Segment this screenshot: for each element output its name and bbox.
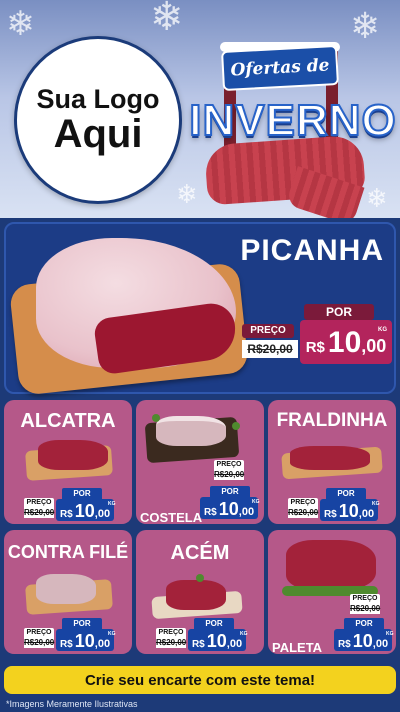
price-int: 10	[218, 499, 239, 519]
featured-price-unit: KG	[378, 327, 387, 333]
product-name: COSTELA	[140, 510, 203, 524]
price-int: 10	[352, 631, 373, 651]
price-currency: R$	[323, 509, 337, 520]
herb-decoration	[196, 574, 204, 582]
old-price: R$20,00	[24, 508, 55, 518]
price-currency: R$	[191, 639, 205, 650]
featured-preco-label: PREÇO	[242, 324, 294, 338]
preco-label: PREÇO	[214, 460, 244, 470]
logo-placeholder: Sua Logo Aqui	[14, 36, 182, 204]
old-price: R$20,00	[288, 508, 319, 518]
price-currency: R$	[337, 639, 351, 650]
product-card-alcatra[interactable]: ALCATRA PREÇO R$20,00 POR R$ 10 ,00 KG	[4, 400, 132, 524]
product-card-contra-file[interactable]: CONTRA FILÉ PREÇO R$20,00 POR R$ 10 ,00 …	[4, 530, 132, 654]
price-unit: KG	[240, 631, 248, 637]
herb-decoration	[232, 422, 240, 430]
product-card-fraldinha[interactable]: FRALDINHA PREÇO R$20,00 POR R$ 10 ,00 KG	[268, 400, 396, 524]
fraldinha-image	[290, 446, 370, 470]
price-unit: KG	[372, 501, 380, 507]
price-dec: ,00	[94, 508, 111, 520]
product-name: ACÉM	[170, 542, 230, 564]
alcatra-image	[38, 440, 108, 470]
header-banner: ❄ ❄ ❄ ❄ ❄ Sua Logo Aqui Ofertas de INVER…	[0, 0, 400, 218]
price-unit: KG	[108, 631, 116, 637]
por-label: POR	[210, 486, 250, 497]
cta-banner[interactable]: Crie seu encarte com este tema!	[4, 666, 396, 694]
product-price: R$ 10 ,00	[56, 499, 114, 521]
product-price: R$ 10 ,00	[56, 629, 114, 651]
banner-small-sign: Ofertas de	[221, 44, 339, 92]
product-card-costela[interactable]: PREÇO R$20,00 POR COSTELA R$ 10 ,00 KG	[136, 400, 264, 524]
por-label: POR	[62, 618, 102, 629]
por-label: POR	[194, 618, 234, 629]
featured-product-name: PICANHA	[240, 234, 384, 267]
por-label: POR	[326, 488, 366, 499]
old-price: R$20,00	[24, 638, 55, 648]
price-dec: ,00	[358, 508, 375, 520]
cta-text: Crie seu encarte com este tema!	[84, 671, 316, 689]
logo-text-line2: Aqui	[53, 112, 143, 157]
old-price: R$20,00	[214, 470, 245, 480]
snowflake-icon: ❄	[176, 180, 198, 210]
banner-small-text: Ofertas de	[230, 55, 330, 81]
logo-text-line1: Sua Logo	[36, 83, 160, 114]
preco-label: PREÇO	[156, 628, 186, 638]
price-dec: ,00	[372, 638, 389, 650]
old-price: R$20,00	[350, 604, 381, 614]
acem-image	[166, 580, 226, 610]
snowflake-icon: ❄	[366, 184, 388, 214]
price-dec: ,00	[94, 638, 111, 650]
paleta-image	[286, 540, 376, 590]
snowflake-icon: ❄	[6, 4, 35, 44]
price-dec: ,00	[226, 638, 243, 650]
price-unit: KG	[252, 499, 260, 505]
product-price: R$ 10 ,00	[334, 629, 392, 651]
product-name: PALETA	[272, 640, 323, 654]
snowflake-icon: ❄	[150, 0, 184, 40]
price-int: 10	[74, 501, 95, 521]
product-price: R$ 10 ,00	[320, 499, 378, 521]
contra-file-image	[36, 574, 96, 604]
disclaimer-text: *Imagens Meramente Ilustrativas	[6, 699, 138, 709]
product-name: ALCATRA	[20, 410, 116, 432]
price-currency: R$	[203, 507, 217, 518]
herb-decoration	[152, 414, 160, 422]
product-card-paleta[interactable]: PREÇO R$20,00 POR PALETA R$ 10 ,00 KG	[268, 530, 396, 654]
price-int: 10	[206, 631, 227, 651]
preco-label: PREÇO	[288, 498, 318, 508]
price-dec: ,00	[238, 506, 255, 518]
price-unit: KG	[108, 501, 116, 507]
featured-old-price: R$20,00	[242, 340, 298, 358]
product-name: FRALDINHA	[276, 410, 388, 431]
costela-image	[156, 416, 226, 446]
featured-price-currency: R$	[305, 339, 325, 356]
product-price: R$ 10 ,00	[200, 497, 258, 519]
price-currency: R$	[59, 509, 73, 520]
price-int: 10	[74, 631, 95, 651]
price-unit: KG	[386, 631, 394, 637]
por-label: POR	[344, 618, 384, 629]
old-price: R$20,00	[156, 638, 187, 648]
featured-price-int: 10	[327, 326, 362, 359]
preco-label: PREÇO	[350, 594, 380, 604]
featured-price-dec: ,00	[361, 336, 387, 356]
featured-por-label: POR	[304, 304, 374, 320]
price-int: 10	[338, 501, 359, 521]
product-price: R$ 10 ,00	[188, 629, 246, 651]
product-card-acem[interactable]: ACÉM PREÇO R$20,00 POR R$ 10 ,00 KG	[136, 530, 264, 654]
snowflake-icon: ❄	[350, 6, 381, 47]
featured-product-panel[interactable]: PICANHA POR PREÇO R$20,00 R$ 10 ,00 KG	[4, 222, 396, 396]
price-currency: R$	[59, 639, 73, 650]
por-label: POR	[62, 488, 102, 499]
preco-label: PREÇO	[24, 498, 54, 508]
preco-label: PREÇO	[24, 628, 54, 638]
product-name: CONTRA FILÉ	[7, 542, 129, 562]
